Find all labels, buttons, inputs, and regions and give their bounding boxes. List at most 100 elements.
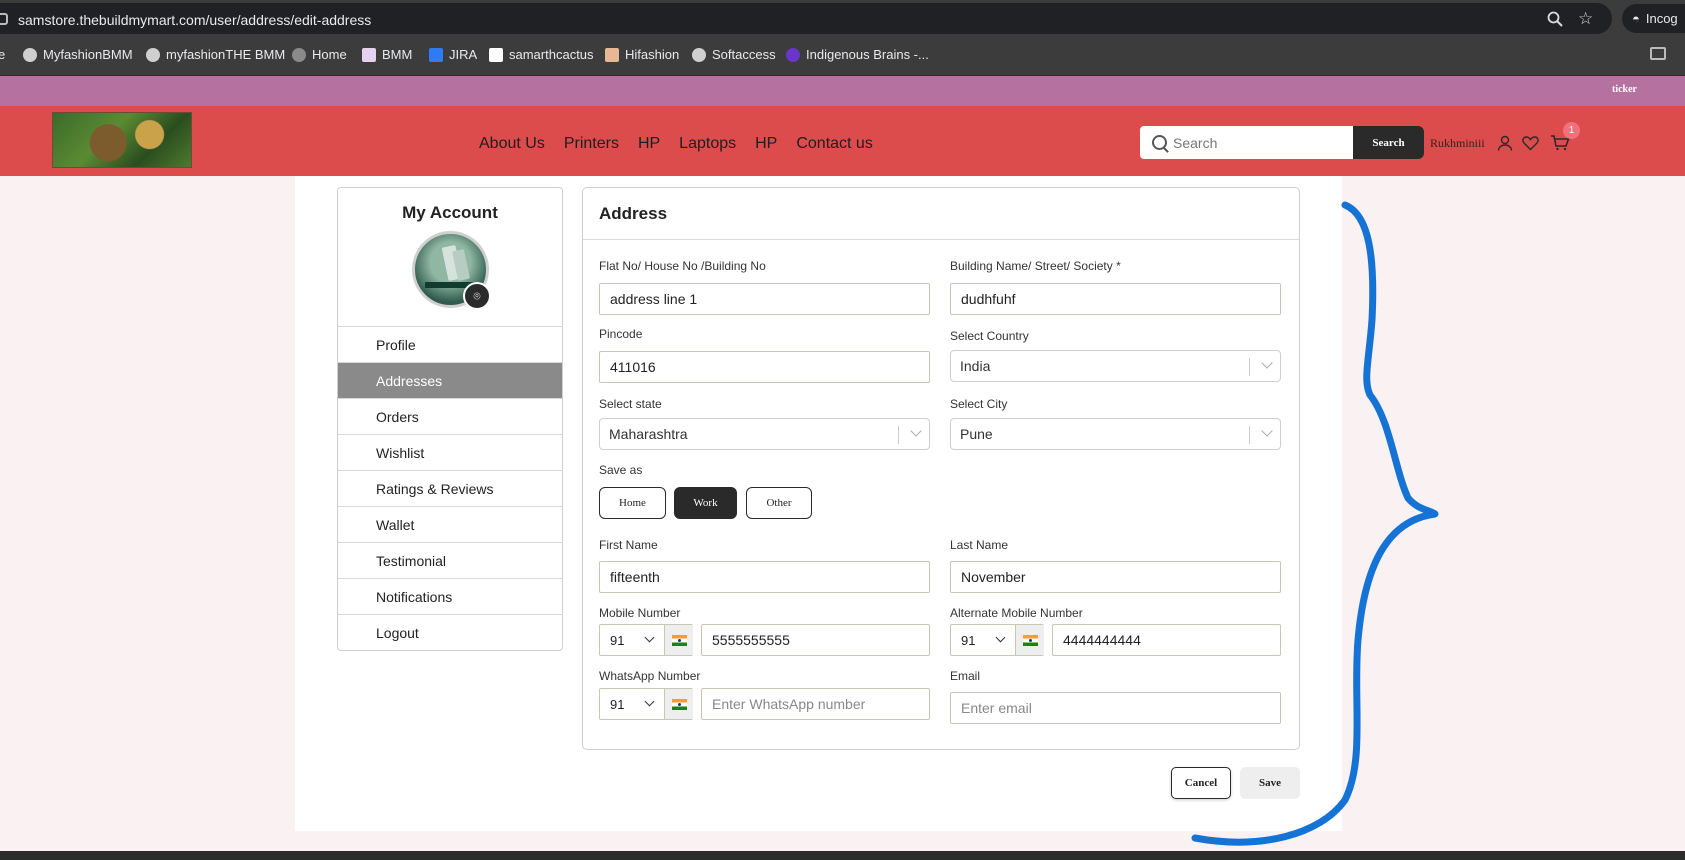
address-bar[interactable]: samstore.thebuildmymart.com/user/address… [0,3,1612,34]
country-select[interactable]: India [950,350,1281,382]
bookmark-item[interactable]: myfashionTHE BMM [146,47,285,62]
bookmark-item[interactable]: Hifashion [605,47,679,62]
mobile-country-code-select[interactable]: 91 [599,624,693,656]
incognito-icon: ◓ [1632,11,1640,26]
flag-box [664,625,693,655]
country-code: 91 [610,697,625,712]
incognito-label: Incog [1645,11,1678,26]
site-logo[interactable] [52,112,192,168]
whatsapp-label: WhatsApp Number [599,669,701,683]
bookmark-item[interactable]: Indigenous Brains -... [786,47,929,62]
bookmark-label: e [0,47,6,62]
account-sidebar: My Account ⌾ Profile Addresses Orders Wi… [337,187,563,651]
nav-hp[interactable]: HP [638,135,660,153]
bookmark-item[interactable]: MyfashionBMM [23,47,133,62]
cart-count-badge: 1 [1563,122,1580,139]
sidebar-item-ratings-reviews[interactable]: Ratings & Reviews [338,470,562,506]
cactus-icon [489,47,503,62]
state-value: Maharashtra [609,426,688,442]
chevron-down-icon [910,425,922,437]
bookmark-item[interactable]: samarthcactus [489,47,594,62]
bookmark-item[interactable]: Softaccess [692,47,776,62]
sidebar-item-testimonial[interactable]: Testimonial [338,542,562,578]
india-flag-icon [671,634,687,646]
save-as-work-button[interactable]: Work [674,487,737,519]
building-input[interactable]: dudhfuhf [950,283,1281,315]
save-as-other-button[interactable]: Other [746,487,812,519]
brains-icon [786,47,800,62]
camera-icon[interactable]: ⌾ [463,282,491,310]
flat-input[interactable]: address line 1 [599,283,930,315]
bookmark-item[interactable]: BMM [362,47,412,62]
sidebar-item-addresses[interactable]: Addresses [338,362,562,398]
country-label: Select Country [950,329,1029,343]
first-name-input[interactable]: fifteenth [599,561,930,593]
bookmark-label: JIRA [449,47,478,62]
site-info-icon[interactable] [0,13,8,25]
sidebar-item-wishlist[interactable]: Wishlist [338,434,562,470]
bookmark-label: Softaccess [712,47,776,62]
cancel-button[interactable]: Cancel [1171,767,1231,799]
address-form-card: Address Flat No/ House No /Building No a… [582,187,1300,750]
nav-hp-2[interactable]: HP [755,135,777,153]
sidebar-menu: Profile Addresses Orders Wishlist Rating… [338,326,562,650]
username[interactable]: Rukhminiii [1430,136,1485,151]
sidebar-title: My Account [402,203,498,222]
alt-mobile-country-code-select[interactable]: 91 [950,624,1044,656]
incognito-indicator[interactable]: ◓ Incog [1622,4,1685,33]
mobile-input[interactable]: 5555555555 [701,624,930,656]
save-button[interactable]: Save [1240,767,1300,799]
state-label: Select state [599,397,662,411]
browser-url-bar: samstore.thebuildmymart.com/user/address… [0,0,1685,36]
city-value: Pune [960,426,993,442]
search-button[interactable]: Search [1353,126,1424,159]
alt-mobile-input[interactable]: 4444444444 [1052,624,1281,656]
country-value: India [960,358,991,374]
bookmark-label: samarthcactus [509,47,594,62]
pincode-input[interactable]: 411016 [599,351,930,383]
sidebar-item-notifications[interactable]: Notifications [338,578,562,614]
whatsapp-country-code-select[interactable]: 91 [599,688,693,720]
flag-box [1015,625,1044,655]
india-flag-icon [671,698,687,710]
sidebar-item-orders[interactable]: Orders [338,398,562,434]
email-input[interactable]: Enter email [950,692,1281,724]
heart-icon[interactable] [1522,135,1539,151]
form-title: Address [599,204,668,223]
sidebar-item-wallet[interactable]: Wallet [338,506,562,542]
email-label: Email [950,669,981,683]
nav-printers[interactable]: Printers [564,135,619,153]
globe-icon [692,47,706,62]
sidebar-item-logout[interactable]: Logout [338,614,562,650]
bookmark-item[interactable]: e [0,47,5,62]
chevron-down-icon [995,632,1006,643]
folder-icon[interactable] [1650,47,1666,60]
search-icon [1152,135,1167,150]
whatsapp-input[interactable]: Enter WhatsApp number [701,688,930,720]
state-select[interactable]: Maharashtra [599,418,930,450]
city-select[interactable]: Pune [950,418,1281,450]
bookmark-label: myfashionTHE BMM [166,47,286,62]
ticker-bar: ticker [0,76,1685,106]
url-text[interactable]: samstore.thebuildmymart.com/user/address… [18,12,371,28]
bookmark-star-icon[interactable]: ☆ [1578,9,1593,29]
bookmark-label: Indigenous Brains -... [806,47,929,62]
divider [583,239,1299,240]
nav-laptops[interactable]: Laptops [679,135,736,153]
bookmark-item[interactable]: Home [292,47,347,62]
search-placeholder: Search [1173,134,1218,151]
sidebar-item-profile[interactable]: Profile [338,326,562,362]
nav-contact-us[interactable]: Contact us [796,135,872,153]
nav-about-us[interactable]: About Us [479,135,545,153]
last-name-input[interactable]: November [950,561,1281,593]
zoom-icon[interactable] [1547,11,1563,27]
site-search-input[interactable]: Search [1140,126,1354,159]
pincode-label: Pincode [599,327,643,341]
bookmark-item[interactable]: JIRA [429,47,477,62]
flat-label: Flat No/ House No /Building No [599,259,766,273]
save-as-home-button[interactable]: Home [599,487,666,519]
country-code: 91 [610,633,625,648]
mobile-label: Mobile Number [599,606,681,620]
user-icon[interactable] [1497,135,1513,151]
first-name-label: First Name [599,538,658,552]
